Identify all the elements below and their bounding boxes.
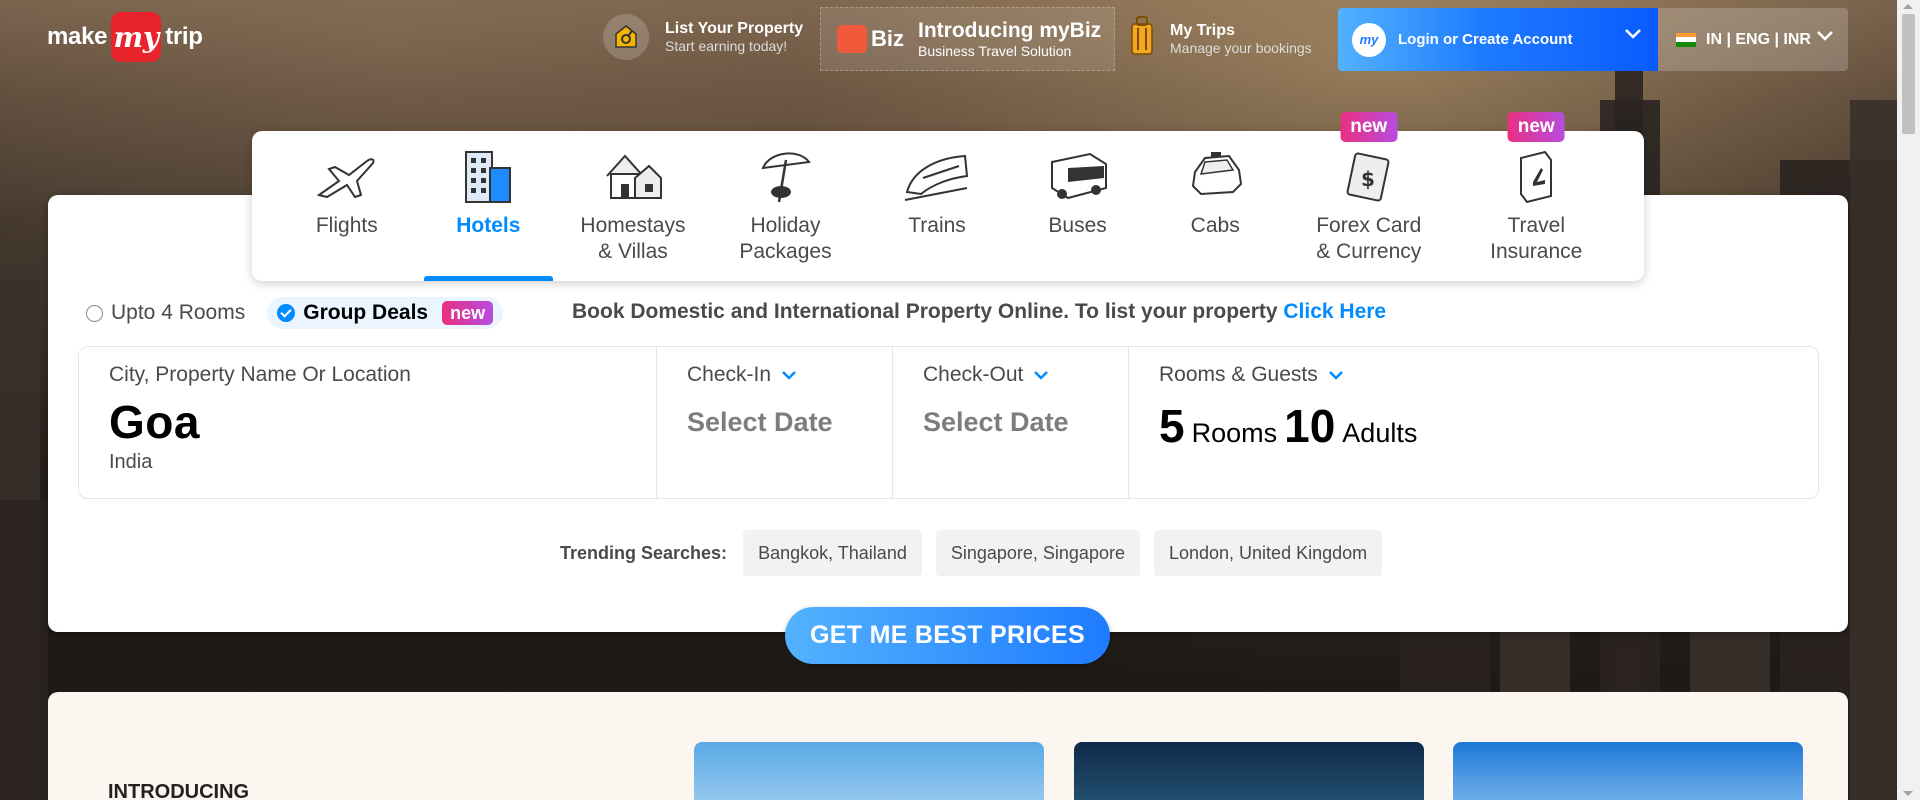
chevron-down-icon — [1328, 371, 1343, 380]
new-badge: new — [1507, 112, 1565, 142]
nav-cabs[interactable]: Cabs — [1145, 131, 1285, 281]
list-property-subtitle: Start earning today! — [665, 38, 788, 54]
nav-label: Cabs — [1190, 214, 1240, 237]
nav-label: Forex Card & Currency — [1316, 214, 1422, 263]
nav-trains[interactable]: Trains — [864, 131, 1010, 281]
product-nav: Flights Hotels Homestays & Villas Holida… — [252, 112, 1644, 281]
nav-label: Trains — [908, 214, 966, 237]
rooms-guests-field[interactable]: Rooms & Guests 5 Rooms 10 Adults — [1129, 347, 1818, 498]
click-here-link[interactable]: Click Here — [1283, 300, 1386, 323]
flight-icon — [313, 145, 381, 207]
holiday-icon — [751, 145, 819, 207]
chevron-down-icon — [782, 371, 796, 380]
chevron-down-icon — [1625, 29, 1641, 39]
nav-buses[interactable]: Buses — [1010, 131, 1146, 281]
promo-image[interactable] — [694, 742, 1044, 800]
chevron-down-icon — [1034, 371, 1049, 380]
nav-flights[interactable]: Flights — [276, 131, 418, 281]
nav-hotels[interactable]: Hotels — [418, 131, 560, 281]
locale-label: IN | ENG | INR — [1706, 30, 1811, 48]
hotel-search-form: City, Property Name Or Location Goa Indi… — [78, 346, 1819, 499]
checkout-field[interactable]: Check-Out Select Date — [893, 347, 1129, 498]
group-deals-radio[interactable]: Group Deals new — [267, 297, 504, 329]
login-button[interactable]: my Login or Create Account — [1338, 8, 1658, 71]
adults-count: 10 — [1284, 400, 1336, 452]
nav-label: Flights — [315, 214, 378, 237]
list-property-title: List Your Property — [665, 20, 804, 37]
trending-chip[interactable]: London, United Kingdom — [1153, 530, 1383, 576]
new-badge: new — [442, 301, 494, 325]
location-field[interactable]: City, Property Name Or Location Goa Indi… — [79, 347, 657, 498]
checkin-value: Select Date — [687, 407, 833, 437]
adults-word: Adults — [1342, 418, 1418, 448]
search-button[interactable]: GET ME BEST PRICES — [785, 607, 1110, 664]
list-property-link[interactable]: List Your Property Start earning today! — [603, 14, 803, 60]
my-trips-title: My Trips — [1170, 21, 1235, 39]
chevron-down-icon — [1817, 31, 1833, 41]
nav-label: Holiday Packages — [739, 214, 832, 263]
checkout-label: Check-Out — [923, 363, 1098, 387]
intro-heading: INTRODUCING — [108, 781, 250, 800]
my-trips-subtitle: Manage your bookings — [1170, 39, 1312, 56]
checkmark-icon — [277, 304, 296, 322]
my-trips-link[interactable]: My Trips Manage your bookings — [1128, 14, 1312, 63]
promo-image[interactable] — [1074, 742, 1424, 800]
rooms-guests-value: 5 Rooms 10 Adults — [1159, 399, 1788, 453]
mybiz-title: Introducing myBiz — [918, 19, 1102, 42]
trending-chip[interactable]: Bangkok, Thailand — [743, 530, 922, 576]
nav-label: Homestays & Villas — [580, 214, 686, 263]
nav-holiday-packages[interactable]: Holiday Packages — [707, 131, 865, 281]
mybiz-link[interactable]: Biz Introducing myBiz Business Travel So… — [820, 7, 1115, 71]
nav-label: Buses — [1048, 214, 1107, 237]
locale-selector[interactable]: IN | ENG | INR — [1658, 8, 1848, 71]
forex-icon: $ — [1335, 145, 1403, 207]
nav-label: Hotels — [456, 214, 521, 237]
new-badge: new — [1340, 112, 1398, 142]
login-label: Login or Create Account — [1398, 31, 1573, 48]
suitcase-icon — [1128, 14, 1156, 63]
page-scrollbar[interactable] — [1897, 0, 1920, 800]
nav-insurance[interactable]: new Travel Insurance — [1452, 112, 1620, 281]
promo-image[interactable] — [1453, 742, 1803, 800]
upto-4-rooms-radio[interactable]: Upto 4 Rooms — [86, 301, 245, 325]
insurance-icon — [1502, 145, 1570, 207]
location-country: India — [109, 451, 153, 473]
promo-text: Book Domestic and International Property… — [572, 300, 1387, 323]
location-label: City, Property Name Or Location — [109, 363, 411, 386]
property-key-icon — [603, 14, 649, 60]
radio-icon — [86, 304, 103, 322]
hotel-icon — [454, 145, 522, 207]
trending-label: Trending Searches: — [560, 542, 728, 563]
scroll-down-icon[interactable] — [1903, 791, 1913, 796]
homestay-icon — [599, 145, 667, 207]
bus-icon — [1044, 145, 1112, 207]
mybiz-subtitle: Business Travel Solution — [918, 43, 1072, 59]
trending-searches: Trending Searches: Bangkok, Thailand Sin… — [560, 530, 1396, 576]
rooms-count: 5 — [1159, 400, 1185, 452]
checkin-label: Check-In — [687, 363, 862, 387]
nav-homestays[interactable]: Homestays & Villas — [559, 131, 707, 281]
trending-chip[interactable]: Singapore, Singapore — [935, 530, 1140, 576]
train-icon — [903, 145, 971, 207]
rooms-word: Rooms — [1191, 418, 1278, 448]
mybiz-icon: Biz — [837, 25, 904, 53]
makemytrip-logo[interactable]: make my trip — [47, 12, 203, 62]
rooms-guests-label: Rooms & Guests — [1159, 363, 1788, 387]
location-value: Goa — [109, 396, 200, 448]
svg-text:$: $ — [1361, 167, 1375, 191]
scroll-up-icon[interactable] — [1903, 4, 1913, 9]
checkin-field[interactable]: Check-In Select Date — [657, 347, 893, 498]
checkout-value: Select Date — [923, 407, 1069, 437]
nav-label: Travel Insurance — [1490, 214, 1583, 263]
room-type-options: Upto 4 Rooms Group Deals new — [86, 294, 533, 332]
india-flag-icon — [1676, 32, 1696, 47]
cab-icon — [1181, 145, 1249, 207]
scrollbar-thumb[interactable] — [1902, 14, 1915, 134]
nav-forex[interactable]: new $ Forex Card & Currency — [1285, 112, 1453, 281]
mmt-user-icon: my — [1352, 22, 1386, 57]
